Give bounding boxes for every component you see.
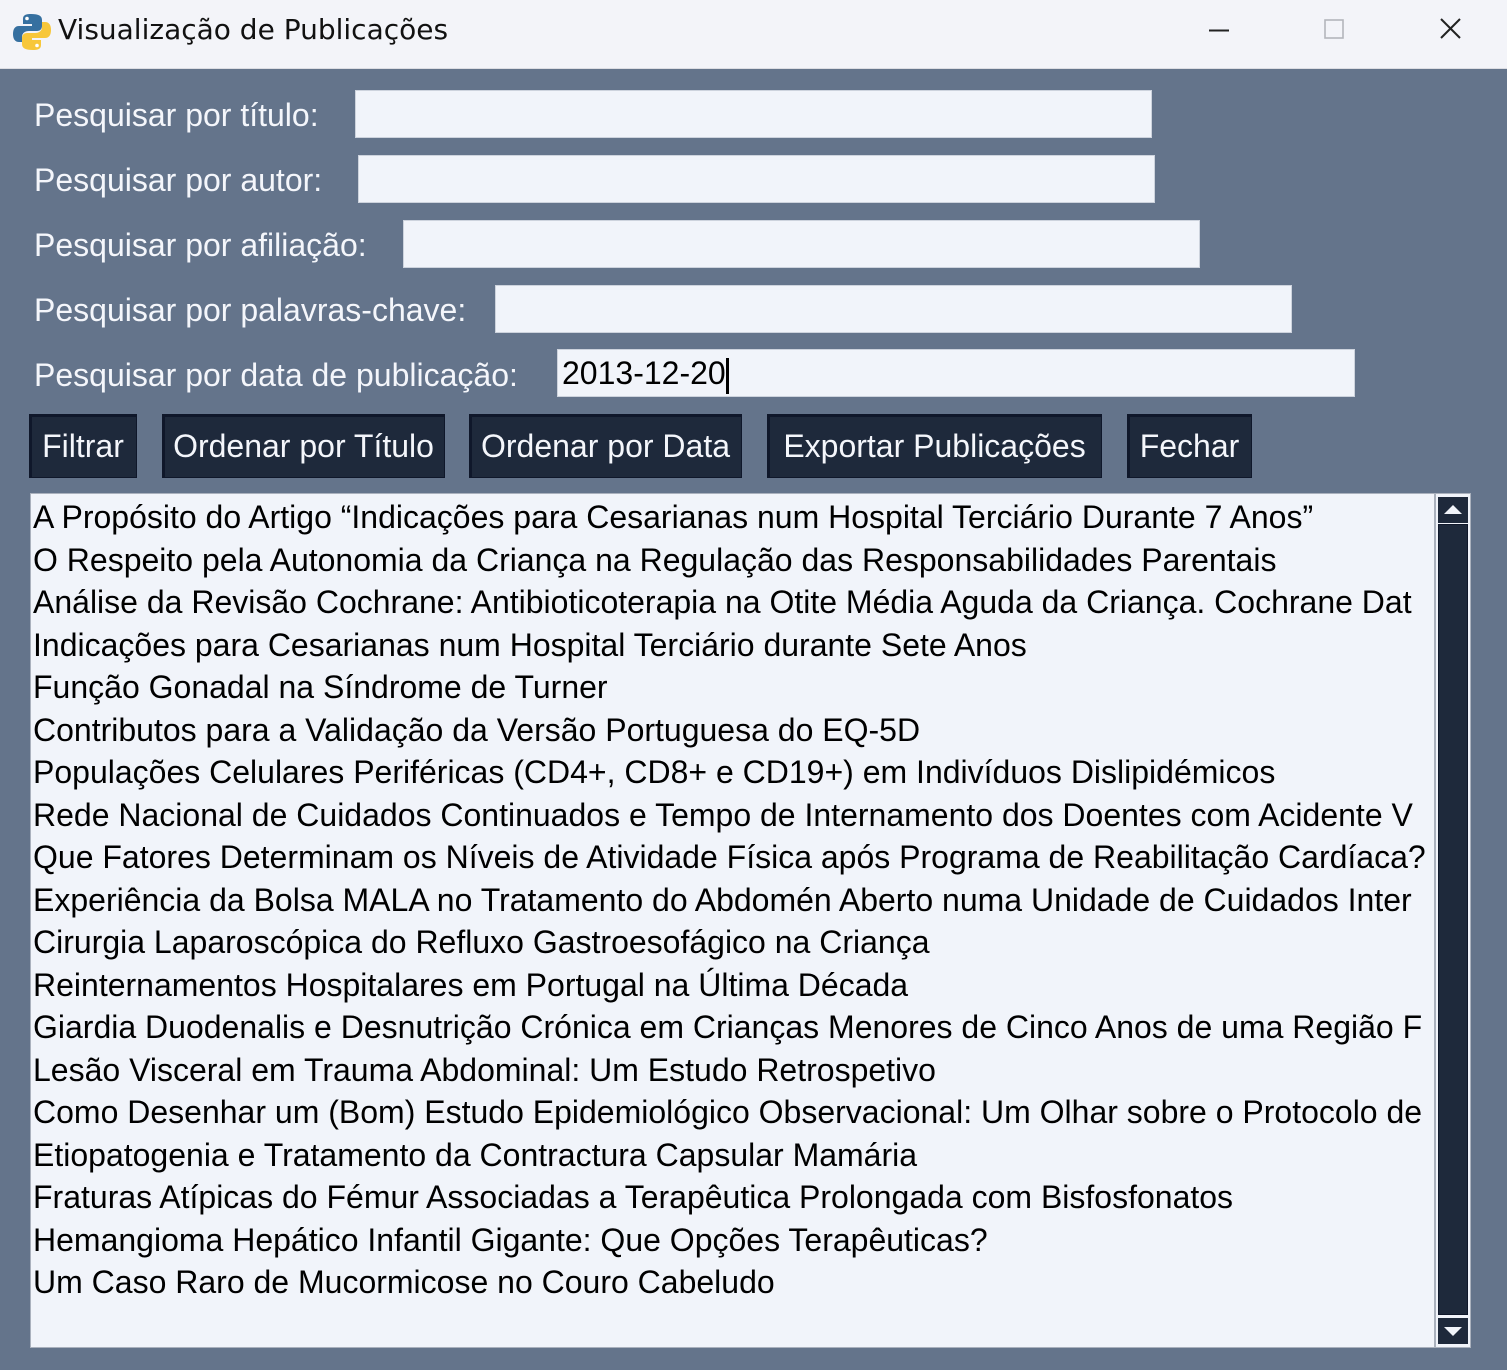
list-item[interactable]: A Propósito do Artigo “Indicações para C…: [31, 494, 1434, 537]
arrow-up-icon: [1438, 497, 1468, 523]
close-icon: [1440, 18, 1461, 39]
list-item[interactable]: Que Fatores Determinam os Níveis de Ativ…: [31, 834, 1434, 877]
affiliation-search-input[interactable]: [403, 220, 1200, 268]
affiliation-search-label: Pesquisar por afiliação:: [34, 227, 367, 263]
list-item[interactable]: Análise da Revisão Cochrane: Antibiotico…: [31, 579, 1434, 622]
keywords-search-input[interactable]: [495, 285, 1292, 333]
sort-by-date-button[interactable]: Ordenar por Data: [469, 414, 742, 478]
date-search-value: 2013-12-20: [562, 355, 726, 391]
list-item[interactable]: Rede Nacional de Cuidados Continuados e …: [31, 792, 1434, 835]
keywords-search-label: Pesquisar por palavras-chave:: [34, 292, 467, 328]
filter-button[interactable]: Filtrar: [29, 414, 137, 478]
scroll-up-button[interactable]: [1438, 497, 1468, 523]
minimize-icon: [1209, 29, 1229, 32]
list-item[interactable]: O Respeito pela Autonomia da Criança na …: [31, 537, 1434, 580]
list-item[interactable]: Hemangioma Hepático Infantil Gigante: Qu…: [31, 1217, 1434, 1260]
scrollbar-thumb[interactable]: [1438, 524, 1468, 1315]
date-search-input[interactable]: 2013-12-20: [557, 349, 1355, 397]
author-search-input[interactable]: [358, 155, 1155, 203]
minimize-button[interactable]: [1161, 0, 1277, 68]
maximize-button[interactable]: [1276, 0, 1392, 68]
publications-window: Visualização de Publicações Pesquisar po…: [0, 0, 1507, 1370]
close-window-button[interactable]: [1392, 0, 1507, 68]
list-item[interactable]: Etiopatogenia e Tratamento da Contractur…: [31, 1132, 1434, 1175]
scroll-down-button[interactable]: [1438, 1318, 1468, 1344]
arrow-down-icon: [1438, 1318, 1468, 1344]
title-search-label: Pesquisar por título:: [34, 97, 319, 133]
list-item[interactable]: Giardia Duodenalis e Desnutrição Crónica…: [31, 1004, 1434, 1047]
list-scrollbar[interactable]: [1435, 493, 1471, 1348]
author-search-label: Pesquisar por autor:: [34, 162, 323, 198]
list-item[interactable]: Experiência da Bolsa MALA no Tratamento …: [31, 877, 1434, 920]
list-item[interactable]: Um Caso Raro de Mucormicose no Couro Cab…: [31, 1259, 1434, 1302]
list-item[interactable]: Indicações para Cesarianas num Hospital …: [31, 622, 1434, 665]
list-item[interactable]: Contributos para a Validação da Versão P…: [31, 707, 1434, 750]
maximize-icon: [1324, 19, 1344, 39]
date-search-label: Pesquisar por data de publicação:: [34, 357, 518, 393]
export-publications-button[interactable]: Exportar Publicações: [767, 414, 1102, 478]
python-logo-icon: [12, 12, 52, 52]
list-item[interactable]: Lesão Visceral em Trauma Abdominal: Um E…: [31, 1047, 1434, 1090]
list-item[interactable]: Reinternamentos Hospitalares em Portugal…: [31, 962, 1434, 1005]
list-item[interactable]: Populações Celulares Periféricas (CD4+, …: [31, 749, 1434, 792]
title-bar: Visualização de Publicações: [0, 0, 1507, 69]
close-button[interactable]: Fechar: [1127, 414, 1252, 478]
publications-list-items: A Propósito do Artigo “Indicações para C…: [31, 494, 1434, 1302]
text-caret: [725, 357, 729, 394]
list-item[interactable]: Fraturas Atípicas do Fémur Associadas a …: [31, 1174, 1434, 1217]
list-item[interactable]: Função Gonadal na Síndrome de Turner: [31, 664, 1434, 707]
list-item[interactable]: Como Desenhar um (Bom) Estudo Epidemioló…: [31, 1089, 1434, 1132]
list-item[interactable]: Cirurgia Laparoscópica do Refluxo Gastro…: [31, 919, 1434, 962]
window-title: Visualização de Publicações: [58, 13, 449, 46]
sort-by-title-button[interactable]: Ordenar por Título: [162, 414, 445, 478]
publications-list[interactable]: A Propósito do Artigo “Indicações para C…: [30, 493, 1435, 1348]
title-search-input[interactable]: [355, 90, 1152, 138]
